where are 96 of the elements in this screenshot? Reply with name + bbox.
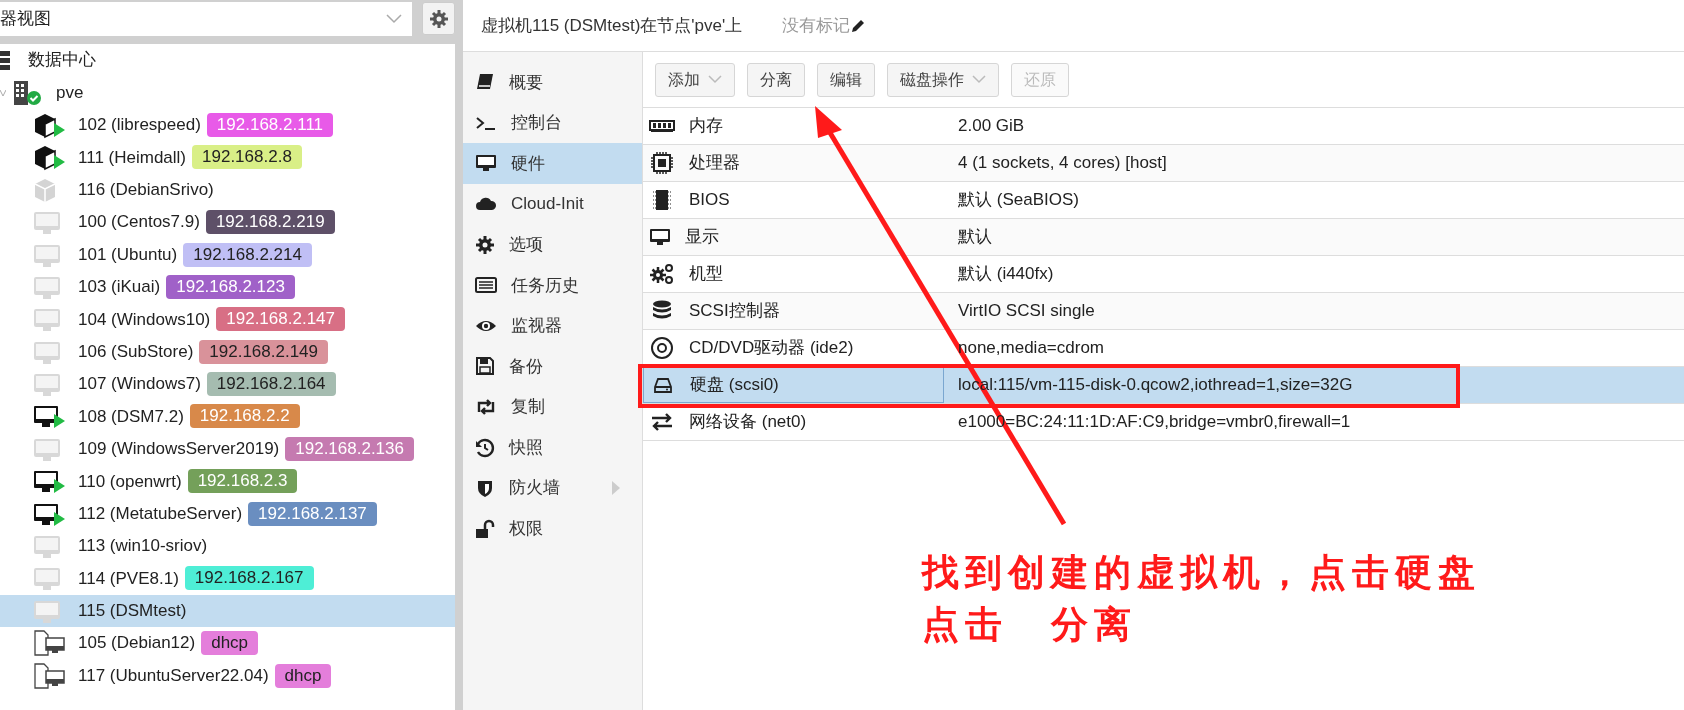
nav-item[interactable]: 防火墙	[463, 467, 642, 509]
history-icon	[475, 437, 495, 458]
settings-button[interactable]	[422, 2, 455, 35]
annotation-text: 找到创建的虚拟机，点击硬盘	[922, 549, 1481, 596]
submenu-arrow-icon	[612, 481, 620, 496]
table-cell-text: VirtIO SCSI single	[958, 300, 1095, 323]
tree-item[interactable]: 104 (Windows10) 192.168.2.147	[0, 303, 455, 336]
table-cell-text: 默认	[958, 226, 992, 249]
annotation-text: 点击 分离	[922, 601, 1138, 648]
nav-item[interactable]: 任务历史	[463, 264, 642, 306]
tree-item[interactable]: 101 (Ubuntu) 192.168.2.214	[0, 238, 455, 271]
view-selector[interactable]: 器视图	[0, 2, 412, 36]
chevron-down-icon	[386, 14, 402, 24]
tree-item[interactable]: pve	[0, 76, 455, 109]
cpu-icon	[649, 151, 675, 175]
nav-item[interactable]: Cloud-Init	[463, 183, 642, 225]
ip-tag: 192.168.2.164	[206, 372, 336, 397]
floppy-icon	[475, 356, 495, 377]
tree-item[interactable]: 102 (librespeed) 192.168.2.111	[0, 108, 455, 142]
ip-tag: 192.168.2.137	[248, 501, 377, 526]
nav-item[interactable]: 概要	[463, 62, 642, 103]
ip-tag: 192.168.2.8	[192, 145, 302, 170]
toolbar-button[interactable]: 添加	[655, 62, 735, 97]
tree-item[interactable]: 114 (PVE8.1) 192.168.2.167	[0, 562, 455, 595]
ip-tag: 192.168.2.111	[206, 112, 334, 137]
nav-item[interactable]: 备份	[463, 346, 642, 387]
nav-item[interactable]: 选项	[463, 224, 642, 265]
ip-tag: 192.168.2.3	[187, 469, 298, 494]
settings-icon	[428, 8, 449, 29]
tree-item[interactable]: 108 (DSM7.2) 192.168.2.2	[0, 400, 455, 433]
building-check-icon	[12, 79, 42, 106]
document-monitor-icon	[33, 629, 66, 658]
tree-item[interactable]: 111 (Heimdall) 192.168.2.8	[0, 141, 455, 174]
tree-item[interactable]: 100 (Centos7.9) 192.168.2.219	[0, 205, 455, 239]
toolbar-button[interactable]: 编辑	[817, 62, 875, 97]
table-cell-text: 默认 (i440fx)	[958, 263, 1054, 286]
table-cell-text: 硬盘 (scsi0)	[690, 374, 779, 397]
tree-item[interactable]: 110 (openwrt) 192.168.2.3	[0, 465, 455, 498]
tree-item[interactable]: 109 (WindowsServer2019) 192.168.2.136	[0, 432, 455, 466]
ip-tag: dhcp	[274, 663, 332, 688]
table-row[interactable]: 显示 默认	[643, 219, 1684, 256]
table-cell-text: 4 (1 sockets, 4 cores) [host]	[958, 152, 1167, 175]
pencil-icon	[850, 17, 867, 34]
ip-tag: 192.168.2.149	[199, 339, 328, 364]
tree-item[interactable]: 106 (SubStore) 192.168.2.149	[0, 335, 455, 368]
table-row[interactable]: SCSI控制器 VirtIO SCSI single	[643, 293, 1684, 330]
nav-item[interactable]: 监视器	[463, 305, 642, 347]
tree-item[interactable]: 103 (iKuai) 192.168.2.123	[0, 270, 455, 304]
table-cell-text: 显示	[685, 226, 719, 249]
table-cell-text: BIOS	[689, 189, 730, 212]
tree-item[interactable]: 112 (MetatubeServer) 192.168.2.137	[0, 497, 455, 530]
ip-tag: 192.168.2.214	[183, 242, 312, 267]
ip-tag: dhcp	[201, 631, 259, 656]
document-monitor-icon	[33, 661, 66, 690]
table-cell-text: 2.00 GiB	[958, 115, 1025, 138]
server-stack-icon	[0, 49, 12, 72]
table-row[interactable]: 处理器 4 (1 sockets, 4 cores) [host]	[643, 145, 1684, 182]
tree-item[interactable]: 113 (win10-sriov)	[0, 529, 455, 563]
tree-item[interactable]: 107 (Windows7) 192.168.2.164	[0, 367, 455, 401]
tree-item[interactable]: 数据中心	[0, 44, 455, 77]
ip-tag: 192.168.2.123	[166, 274, 295, 299]
page-title: 虚拟机115 (DSMtest)在节点'pve'上	[481, 14, 743, 37]
shield-icon	[475, 478, 495, 499]
tree-item[interactable]: 105 (Debian12) dhcp	[0, 627, 455, 660]
toolbar-button[interactable]: 分离	[747, 62, 805, 97]
nav-item[interactable]: 快照	[463, 427, 642, 468]
ip-tag: 192.168.2.219	[205, 210, 335, 235]
nav-item[interactable]: 复制	[463, 386, 642, 428]
settings-icon	[475, 234, 495, 255]
ip-tag: 192.168.2.2	[189, 404, 300, 429]
table-cell-text: CD/DVD驱动器 (ide2)	[689, 337, 854, 360]
table-cell-text: SCSI控制器	[689, 300, 780, 323]
table-cell-text: 机型	[689, 263, 723, 286]
list-icon	[475, 275, 497, 296]
table-cell-text: 处理器	[689, 152, 740, 175]
ip-tag: 192.168.2.167	[184, 566, 314, 591]
nav-item[interactable]: 硬件	[463, 143, 642, 184]
gears-icon	[649, 262, 675, 286]
table-cell-text: 网络设备 (net0)	[689, 411, 807, 434]
caret-icon	[972, 75, 986, 84]
monitor-icon	[475, 153, 497, 174]
toolbar-button[interactable]: 磁盘操作	[887, 62, 999, 97]
caret-icon	[708, 75, 722, 84]
table-cell-text: 默认 (SeaBIOS)	[958, 189, 1079, 212]
disc-icon	[649, 336, 675, 360]
nav-item[interactable]: 权限	[463, 508, 642, 550]
ip-tag: 192.168.2.136	[285, 436, 414, 461]
tree-item[interactable]: 117 (UbuntuServer22.04) dhcp	[0, 659, 455, 692]
table-cell-text: 内存	[689, 115, 723, 138]
tree-item[interactable]: 115 (DSMtest)	[0, 594, 455, 628]
cube-play-icon	[33, 143, 66, 172]
tree-item[interactable]: 116 (DebianSrivo)	[0, 173, 455, 206]
monitor-icon	[649, 227, 671, 247]
ip-tag: 192.168.2.147	[216, 307, 345, 332]
nav-item[interactable]: 控制台	[463, 102, 642, 144]
padlock-icon	[475, 518, 495, 539]
